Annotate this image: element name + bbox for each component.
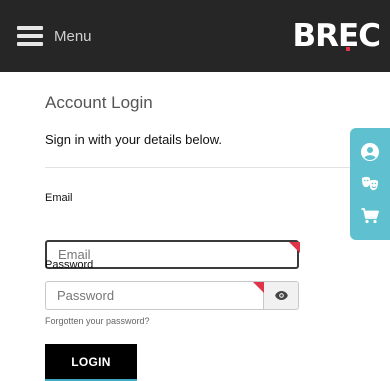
password-label: Password <box>45 259 94 271</box>
side-panel <box>350 128 390 240</box>
theatre-masks-icon[interactable] <box>359 173 381 195</box>
forgot-password-link[interactable]: Forgotten your password? <box>45 316 150 326</box>
menu-button[interactable]: Menu <box>17 26 92 46</box>
email-label: Email <box>45 192 73 204</box>
required-flag-icon <box>289 242 300 253</box>
login-button[interactable]: LOGIN <box>45 344 137 381</box>
cart-icon[interactable] <box>359 205 381 227</box>
page-title: Account Login <box>45 93 153 112</box>
account-icon[interactable] <box>359 141 381 163</box>
brec-logo[interactable]: BREC <box>293 18 381 54</box>
page-subtitle: Sign in with your details below. <box>45 132 223 147</box>
password-field[interactable] <box>45 281 264 310</box>
hamburger-icon <box>17 26 43 46</box>
required-flag-icon <box>253 282 264 293</box>
eye-icon <box>274 291 288 300</box>
menu-label: Menu <box>54 27 92 45</box>
show-password-button[interactable] <box>264 281 299 310</box>
divider <box>45 167 350 168</box>
top-bar: Menu BREC <box>0 0 390 72</box>
